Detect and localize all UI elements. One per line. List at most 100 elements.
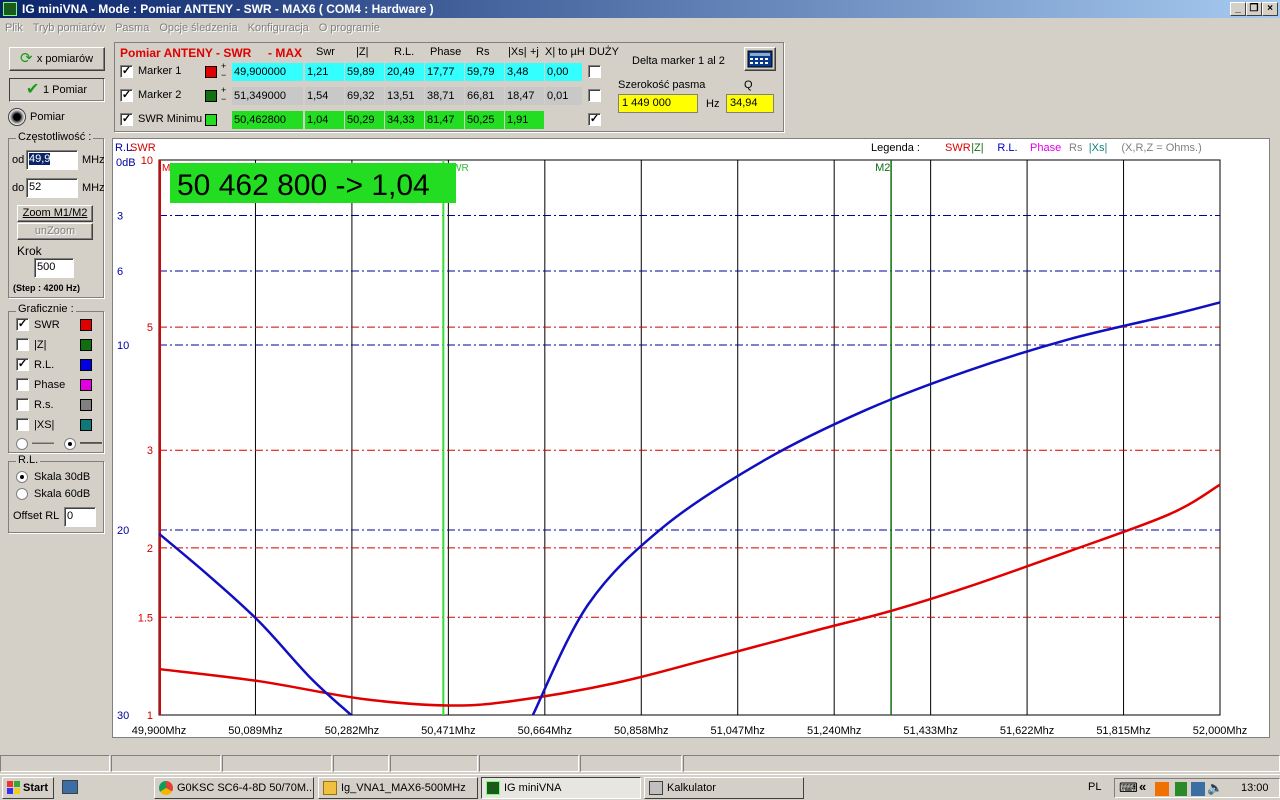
marker-color-swatch[interactable] — [205, 66, 217, 78]
start-button[interactable]: Start — [2, 777, 54, 799]
trace-color-swatch[interactable] — [80, 399, 92, 411]
offset-rl-input[interactable]: 0 — [64, 507, 96, 527]
marker-name: Marker 2 — [138, 89, 182, 101]
q-value: 34,94 — [726, 94, 774, 113]
marker-value-cell: 59,89 — [345, 63, 385, 81]
swr-axis-title: SWR — [130, 142, 156, 154]
legend-item: R.L. — [997, 142, 1017, 154]
marker-checkbox[interactable]: ✓ — [120, 65, 133, 78]
x-tick-label: 52,000Mhz — [1193, 725, 1247, 737]
marker-value-cell[interactable]: 51,349000 — [232, 87, 304, 105]
marker-value-cell[interactable]: 50,462800 — [232, 111, 304, 129]
keyboard-icon[interactable]: ⌨ — [1119, 780, 1138, 796]
step-input[interactable]: 500 — [34, 258, 74, 278]
menu-tryb[interactable]: Tryb pomiarów — [28, 19, 110, 37]
big-display-checkbox[interactable]: ✓ — [588, 113, 601, 126]
trace-color-swatch[interactable] — [80, 359, 92, 371]
marker-color-swatch[interactable] — [205, 114, 217, 126]
line-thick-radio[interactable] — [64, 438, 76, 450]
marker-step-icon[interactable]: + − — [221, 86, 226, 104]
status-cell — [333, 755, 389, 772]
marker-value-cell: 20,49 — [385, 63, 425, 81]
zoom-button[interactable]: Zoom M1/M2 — [17, 205, 93, 222]
marker-color-swatch[interactable] — [205, 90, 217, 102]
volume-icon[interactable]: 🔈 — [1207, 780, 1223, 796]
task-kalkulator[interactable]: Kalkulator — [644, 777, 804, 799]
menu-konfiguracja[interactable]: Konfiguracja — [243, 19, 314, 37]
column-header: DUŻY — [589, 46, 619, 58]
line-thin-radio[interactable] — [16, 438, 28, 450]
frequency-group-label: Częstotliwość : — [16, 131, 94, 143]
freq-from-input[interactable]: 49,9 — [26, 150, 78, 170]
menu-o-programie[interactable]: O programie — [314, 19, 385, 37]
trace-color-swatch[interactable] — [80, 419, 92, 431]
task-label: Ig_VNA1_MAX6-500MHz — [341, 782, 466, 794]
column-header: +j — [530, 46, 539, 58]
unzoom-button[interactable]: unZoom — [17, 223, 93, 240]
start-label: Start — [23, 782, 49, 794]
scale30-radio[interactable] — [16, 471, 28, 483]
trace-color-swatch[interactable] — [80, 379, 92, 391]
x-tick-label: 51,815Mhz — [1096, 725, 1150, 737]
status-bar — [0, 755, 1280, 772]
bandwidth-label: Szerokość pasma — [618, 79, 706, 91]
marker-checkbox[interactable]: ✓ — [120, 89, 133, 102]
marker-value-cell: 38,71 — [425, 87, 465, 105]
tray-app-icon[interactable] — [1155, 782, 1169, 796]
multi-measure-button[interactable]: ⟳ x pomiarów — [9, 47, 105, 71]
multi-measure-label: x pomiarów — [36, 53, 94, 65]
swr-tick-label: 5 — [147, 322, 153, 334]
trace-checkbox[interactable] — [16, 418, 29, 431]
marker-checkbox[interactable]: ✓ — [120, 113, 133, 126]
calculator-button[interactable] — [744, 47, 776, 71]
task-label: G0KSC SC6-4-8D 50/70M... — [177, 782, 314, 794]
tray-battery-icon[interactable] — [1175, 782, 1187, 796]
language-indicator[interactable]: PL — [1088, 781, 1101, 793]
task-ig-minivna[interactable]: IG miniVNA — [481, 777, 641, 799]
menu-opcje[interactable]: Opcje śledzenia — [154, 19, 242, 37]
bandwidth-value: 1 449 000 — [618, 94, 698, 113]
legend-item: Phase — [1030, 142, 1061, 154]
big-display-checkbox[interactable] — [588, 65, 601, 78]
trace-color-swatch[interactable] — [80, 339, 92, 351]
step-note: (Step : 4200 Hz) — [13, 283, 81, 293]
marker-value-cell[interactable]: 49,900000 — [232, 63, 304, 81]
graphics-group-label: Graficznie : — [16, 303, 76, 315]
status-cell — [390, 755, 478, 772]
restore-button[interactable]: ❐ — [1246, 2, 1262, 16]
trace-checkbox[interactable]: ✓ — [16, 318, 29, 331]
single-measure-button[interactable]: ✔ 1 Pomiar — [9, 78, 105, 102]
show-desktop-icon[interactable] — [62, 780, 78, 794]
marker-name: SWR Minimu — [138, 113, 203, 125]
big-display-checkbox[interactable] — [588, 89, 601, 102]
legend-item: |Xs| — [1089, 142, 1108, 154]
marker-value-cell: 17,77 — [425, 63, 465, 81]
trace-checkbox[interactable]: ✓ — [16, 358, 29, 371]
rl-tick-label: 6 — [117, 266, 123, 278]
scale60-radio[interactable] — [16, 488, 28, 500]
column-header: Rs — [476, 46, 490, 58]
tray-expand-icon[interactable]: « — [1139, 779, 1146, 794]
marker-1-label: M — [162, 163, 170, 174]
menu-pasma[interactable]: Pasma — [110, 19, 154, 37]
swr-tick-label: 10 — [141, 155, 153, 167]
trace-checkbox[interactable] — [16, 398, 29, 411]
tray-network-icon[interactable] — [1191, 782, 1205, 796]
trace-checkbox[interactable] — [16, 378, 29, 391]
close-button[interactable]: × — [1262, 2, 1278, 16]
marker-step-icon[interactable]: + − — [221, 62, 226, 80]
hz-label: Hz — [706, 98, 720, 110]
trace-checkbox[interactable] — [16, 338, 29, 351]
task-folder[interactable]: Ig_VNA1_MAX6-500MHz — [318, 777, 478, 799]
column-header: Phase — [430, 46, 462, 58]
task-browser[interactable]: G0KSC SC6-4-8D 50/70M... — [154, 777, 314, 799]
title-bar: IG miniVNA - Mode : Pomiar ANTENY - SWR … — [0, 0, 1280, 18]
menu-plik[interactable]: Plik — [0, 19, 28, 37]
status-cell — [222, 755, 332, 772]
freq-to-input[interactable]: 52 — [26, 178, 78, 198]
x-tick-label: 51,433Mhz — [903, 725, 957, 737]
trace-color-swatch[interactable] — [80, 319, 92, 331]
delta-marker-label: Delta marker 1 al 2 — [632, 55, 725, 67]
rl-tick-label: 10 — [117, 340, 129, 352]
minimize-button[interactable]: _ — [1230, 2, 1246, 16]
